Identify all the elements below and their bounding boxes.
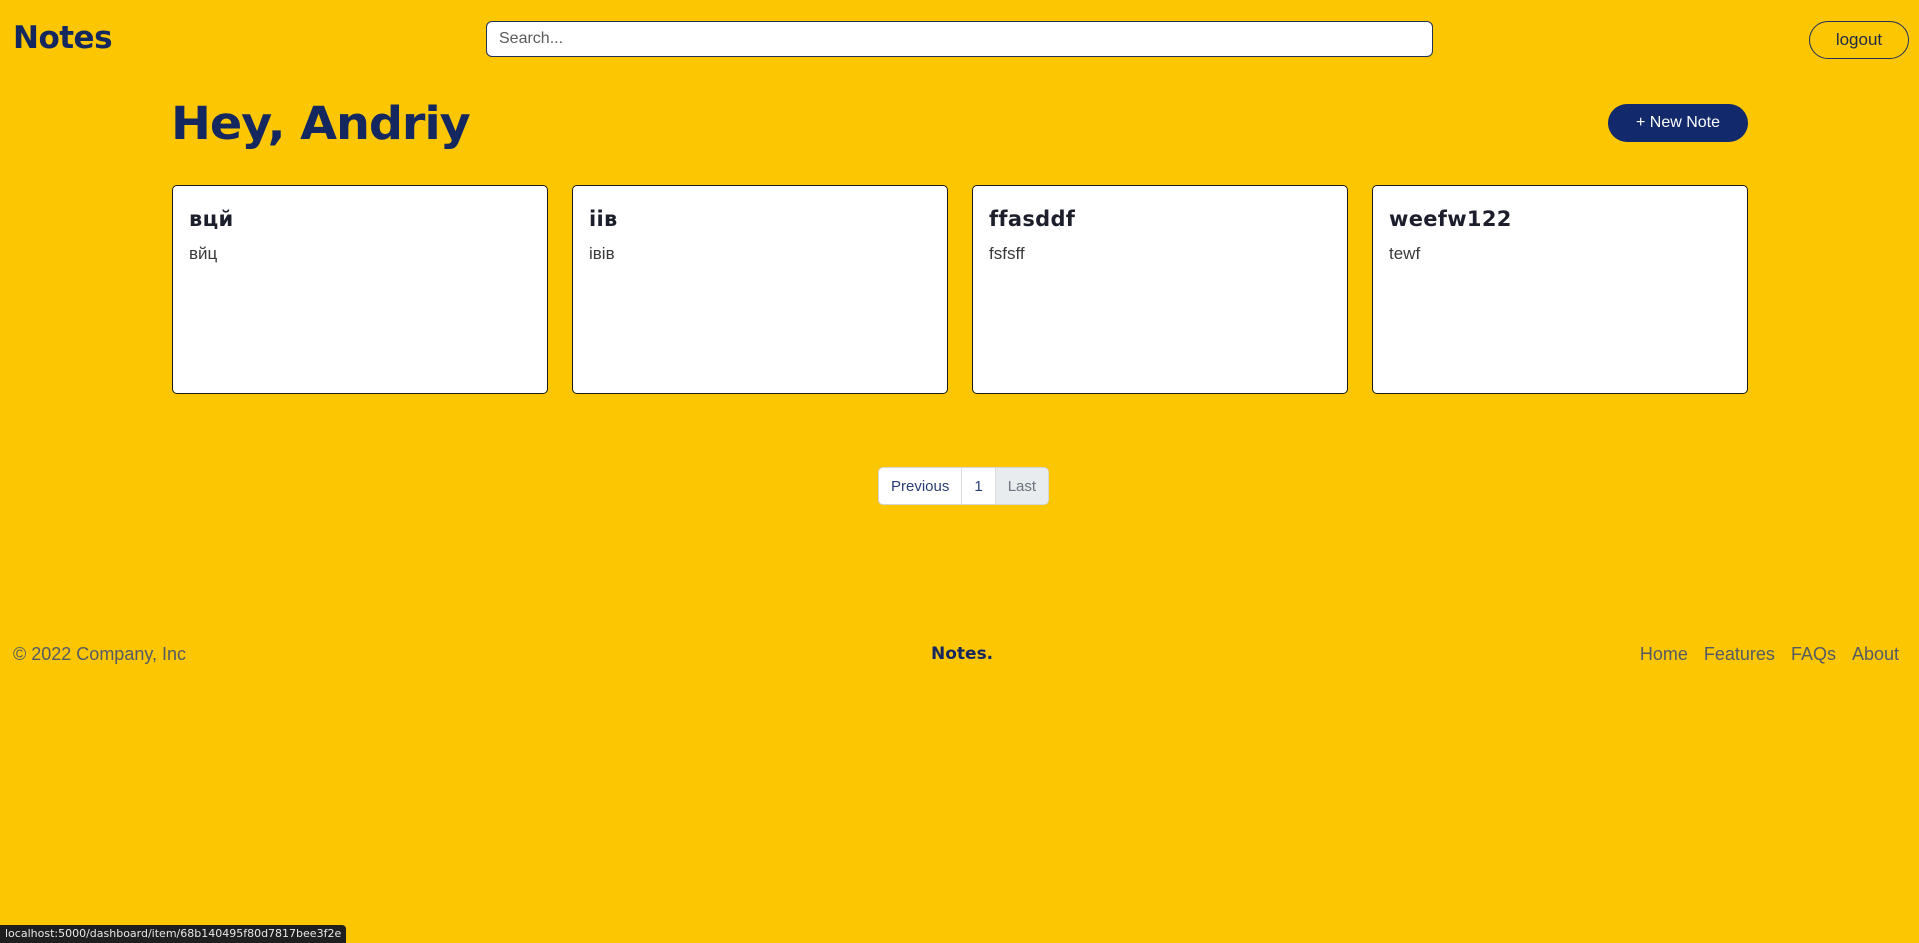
search-input[interactable] (486, 21, 1433, 57)
footer-link-features[interactable]: Features (1704, 644, 1775, 665)
footer-copyright: © 2022 Company, Inc (13, 644, 187, 664)
pagination: Previous 1 Last (878, 467, 1050, 505)
page-title: Hey, Andriy (171, 97, 471, 150)
note-body: iвiв (589, 244, 615, 263)
note-body: fsfsff (989, 244, 1025, 263)
logout-button[interactable]: logout (1809, 21, 1909, 59)
note-body: вйц (189, 244, 218, 263)
footer-brand: Notes. (931, 644, 994, 664)
note-body: tewf (1389, 244, 1421, 263)
footer-link-home[interactable]: Home (1640, 644, 1688, 665)
footer-link-about[interactable]: About (1852, 644, 1899, 665)
page-number-button[interactable]: 1 (962, 468, 996, 504)
new-note-button[interactable]: + New Note (1608, 104, 1748, 142)
note-card[interactable]: ffasddf fsfsff (972, 185, 1348, 394)
app-brand[interactable]: Notes (13, 20, 113, 56)
footer-link-faqs[interactable]: FAQs (1791, 644, 1836, 665)
note-title: iiв (589, 207, 618, 231)
note-card[interactable]: вцй вйц (172, 185, 548, 394)
note-title: вцй (189, 207, 234, 231)
last-page-button[interactable]: Last (995, 468, 1049, 504)
previous-page-button[interactable]: Previous (879, 468, 963, 504)
note-title: weefw122 (1389, 207, 1512, 231)
status-bar-url: localhost:5000/dashboard/item/68b140495f… (0, 925, 347, 943)
footer-nav: Home Features FAQs About (1640, 644, 1899, 665)
note-card[interactable]: iiв iвiв (572, 185, 948, 394)
note-title: ffasddf (989, 207, 1076, 231)
note-card[interactable]: weefw122 tewf (1372, 185, 1748, 394)
